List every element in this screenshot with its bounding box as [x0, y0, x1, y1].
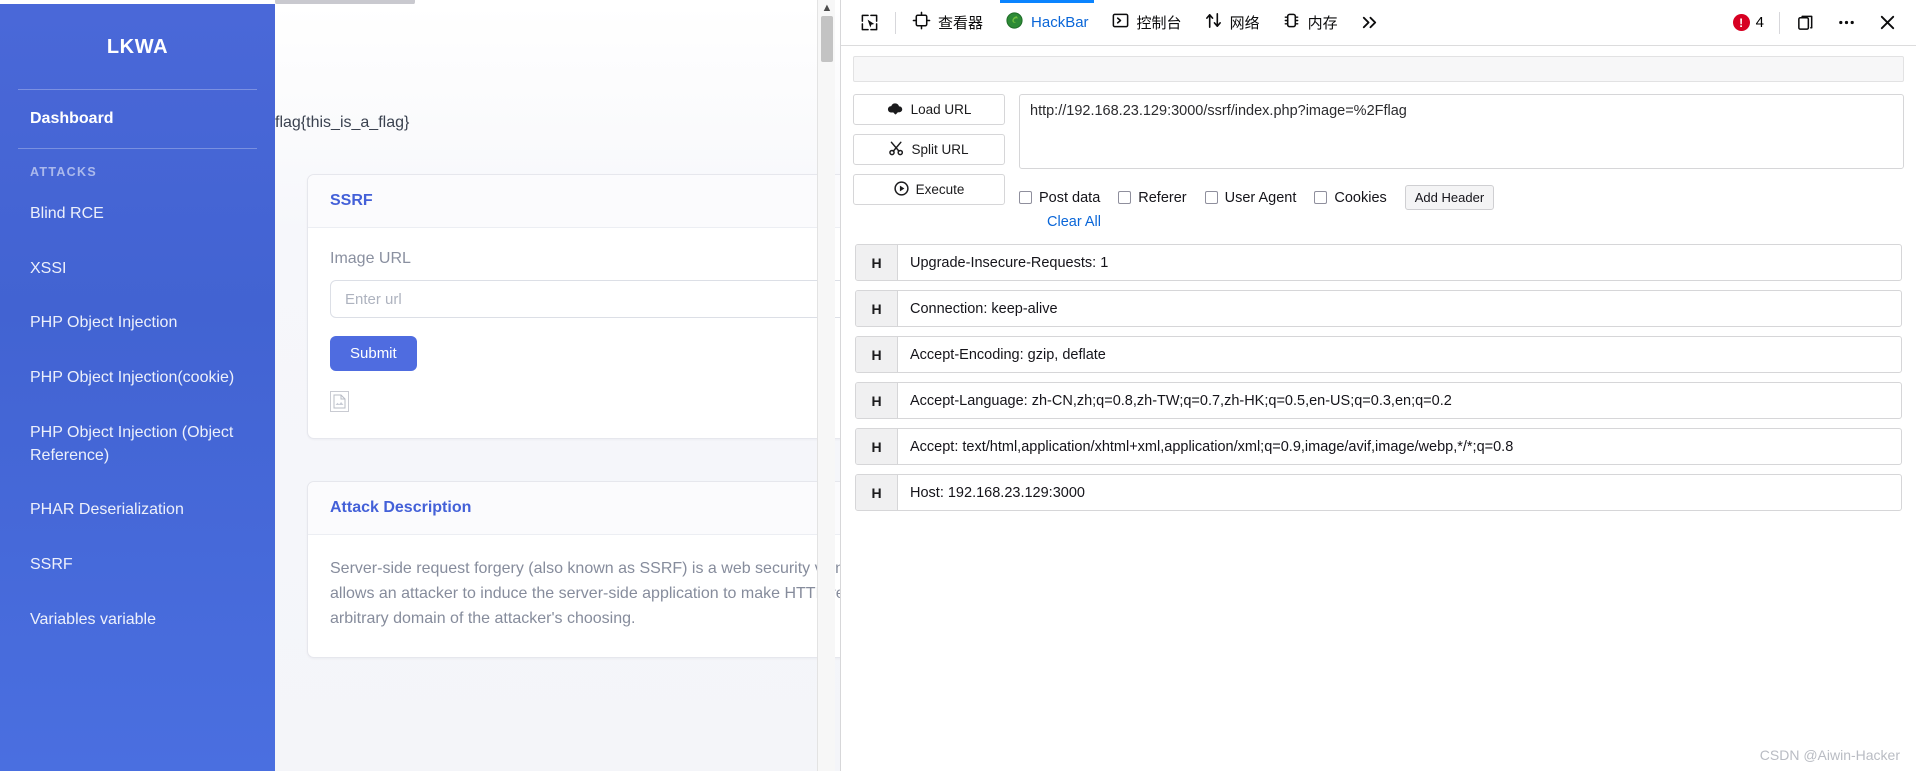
hackbar-url-section: Post data Referer User Agent Cookie: [1019, 94, 1904, 230]
tab-network[interactable]: 网络: [1193, 0, 1271, 46]
scrollbar-up-arrow-icon[interactable]: ▲: [818, 0, 836, 16]
tab-hackbar[interactable]: HackBar: [994, 0, 1100, 46]
user-agent-label: User Agent: [1224, 189, 1297, 206]
execute-button[interactable]: Execute: [853, 174, 1005, 205]
memory-chip-icon: [1282, 11, 1301, 34]
hackbar-action-buttons: Load URL Split URL Execute: [853, 94, 1005, 205]
app-brand: LKWA: [106, 36, 169, 58]
header-value[interactable]: Accept-Language: zh-CN,zh;q=0.8,zh-TW;q=…: [898, 383, 1901, 418]
table-row[interactable]: H Accept-Language: zh-CN,zh;q=0.8,zh-TW;…: [855, 382, 1902, 419]
hackbar-options-row: Post data Referer User Agent Cookies Add…: [1019, 185, 1904, 210]
header-value[interactable]: Connection: keep-alive: [898, 291, 1901, 326]
table-row[interactable]: H Accept-Encoding: gzip, deflate: [855, 336, 1902, 373]
error-count-label: 4: [1755, 14, 1764, 31]
sidebar-item-php-object-injection[interactable]: PHP Object Injection: [16, 296, 259, 351]
header-value[interactable]: Accept-Encoding: gzip, deflate: [898, 337, 1901, 372]
devtools-panel: ▲ 查看器 HackBar 控制台 网络 内存 ! 4 Load URL Spl…: [817, 0, 1916, 771]
toolbar-separator: [895, 11, 896, 34]
post-data-checkbox[interactable]: [1019, 191, 1032, 204]
dock-panel-icon[interactable]: [1785, 0, 1826, 46]
hackbar-toolbar-strip: [853, 56, 1904, 82]
sidebar-item-ssrf[interactable]: SSRF: [16, 538, 259, 593]
header-value[interactable]: Upgrade-Insecure-Requests: 1: [898, 245, 1901, 280]
request-headers-list: H Upgrade-Insecure-Requests: 1 H Connect…: [853, 244, 1904, 511]
header-key-badge: H: [856, 337, 898, 372]
tab-memory[interactable]: 内存: [1271, 0, 1349, 46]
attack-description-title: Attack Description: [330, 499, 472, 516]
cookies-label: Cookies: [1334, 189, 1387, 206]
sidebar-item-blind-rce[interactable]: Blind RCE: [16, 187, 259, 242]
sidebar-item-variables-variable[interactable]: Variables variable: [16, 593, 259, 648]
option-referer[interactable]: Referer: [1118, 189, 1187, 206]
table-row[interactable]: H Connection: keep-alive: [855, 290, 1902, 327]
screenshot-root: LKWA Dashboard ATTACKS Blind RCE XSSI PH…: [0, 0, 1916, 771]
split-url-button[interactable]: Split URL: [853, 134, 1005, 165]
more-options-icon[interactable]: [1826, 0, 1867, 46]
error-count-badge[interactable]: ! 4: [1723, 14, 1774, 31]
user-agent-checkbox[interactable]: [1204, 191, 1218, 204]
referer-label: Referer: [1138, 189, 1187, 206]
execute-label: Execute: [915, 182, 965, 197]
cookies-checkbox[interactable]: [1314, 191, 1328, 204]
toolbar-separator-right: [1779, 11, 1780, 34]
tab-console[interactable]: 控制台: [1100, 0, 1193, 46]
console-chevron-icon: [1111, 11, 1130, 34]
header-key-badge: H: [856, 383, 898, 418]
hackbar-firefox-icon: [1005, 11, 1024, 34]
option-cookies[interactable]: Cookies: [1314, 189, 1387, 206]
watermark: CSDN @Aiwin-Hacker: [1759, 747, 1900, 763]
page-scrollbar[interactable]: ▲: [817, 0, 835, 771]
option-user-agent[interactable]: User Agent: [1204, 189, 1297, 206]
header-key-badge: H: [856, 475, 898, 510]
scrollbar-thumb[interactable]: [821, 16, 833, 62]
chevron-double-right-icon[interactable]: [1349, 0, 1390, 46]
header-key-badge: H: [856, 291, 898, 326]
close-icon[interactable]: [1867, 0, 1908, 46]
header-key-badge: H: [856, 429, 898, 464]
sidebar-section-attacks: ATTACKS: [30, 165, 97, 179]
tab-inspector-label: 查看器: [938, 15, 984, 32]
tab-hackbar-label: HackBar: [1031, 14, 1089, 31]
header-key-badge: H: [856, 245, 898, 280]
network-arrows-icon: [1204, 11, 1223, 34]
inspector-target-icon: [912, 11, 931, 34]
header-value[interactable]: Host: 192.168.23.129:3000: [898, 475, 1901, 510]
tab-console-label: 控制台: [1136, 15, 1182, 32]
hackbar-panel: Load URL Split URL Execute http://192.16…: [841, 46, 1916, 511]
header-value[interactable]: Accept: text/html,application/xhtml+xml,…: [898, 429, 1901, 464]
tab-memory-label: 内存: [1307, 15, 1338, 32]
ssrf-card-title: SSRF: [330, 192, 373, 209]
hackbar-main-row: Load URL Split URL Execute http://192.16…: [853, 94, 1904, 230]
referer-checkbox[interactable]: [1118, 191, 1132, 204]
sidebar-item-phar-deserialization[interactable]: PHAR Deserialization: [16, 483, 259, 538]
url-textarea[interactable]: [1019, 94, 1904, 169]
error-icon: !: [1732, 14, 1750, 31]
tab-network-label: 网络: [1229, 15, 1260, 32]
load-url-label: Load URL: [910, 102, 972, 117]
split-url-label: Split URL: [911, 142, 969, 157]
play-circle-icon: [893, 180, 909, 199]
tab-inspector[interactable]: 查看器: [901, 0, 994, 46]
table-row[interactable]: H Upgrade-Insecure-Requests: 1: [855, 244, 1902, 281]
scissors-icon: [889, 141, 904, 159]
table-row[interactable]: H Host: 192.168.23.129:3000: [855, 474, 1902, 511]
broken-image-icon: [330, 391, 349, 412]
sidebar-item-php-object-injection-cookie[interactable]: PHP Object Injection(cookie): [16, 351, 259, 406]
post-data-label: Post data: [1039, 189, 1101, 206]
table-row[interactable]: H Accept: text/html,application/xhtml+xm…: [855, 428, 1902, 465]
load-url-button[interactable]: Load URL: [853, 94, 1005, 125]
clear-all-link[interactable]: Clear All: [1047, 214, 1904, 230]
cloud-download-icon: [887, 102, 904, 118]
element-picker-icon[interactable]: [849, 0, 890, 46]
option-post-data[interactable]: Post data: [1019, 190, 1100, 206]
sidebar-item-xssi[interactable]: XSSI: [16, 242, 259, 297]
add-header-button[interactable]: Add Header: [1404, 185, 1495, 210]
devtools-toolbar: 查看器 HackBar 控制台 网络 内存 ! 4: [841, 0, 1916, 46]
submit-button[interactable]: Submit: [330, 336, 417, 371]
app-sidebar: LKWA Dashboard ATTACKS Blind RCE XSSI PH…: [0, 4, 275, 771]
sidebar-item-php-object-injection-object-reference[interactable]: PHP Object Injection (Object Reference): [16, 406, 259, 483]
sidebar-item-dashboard[interactable]: Dashboard: [16, 90, 259, 148]
